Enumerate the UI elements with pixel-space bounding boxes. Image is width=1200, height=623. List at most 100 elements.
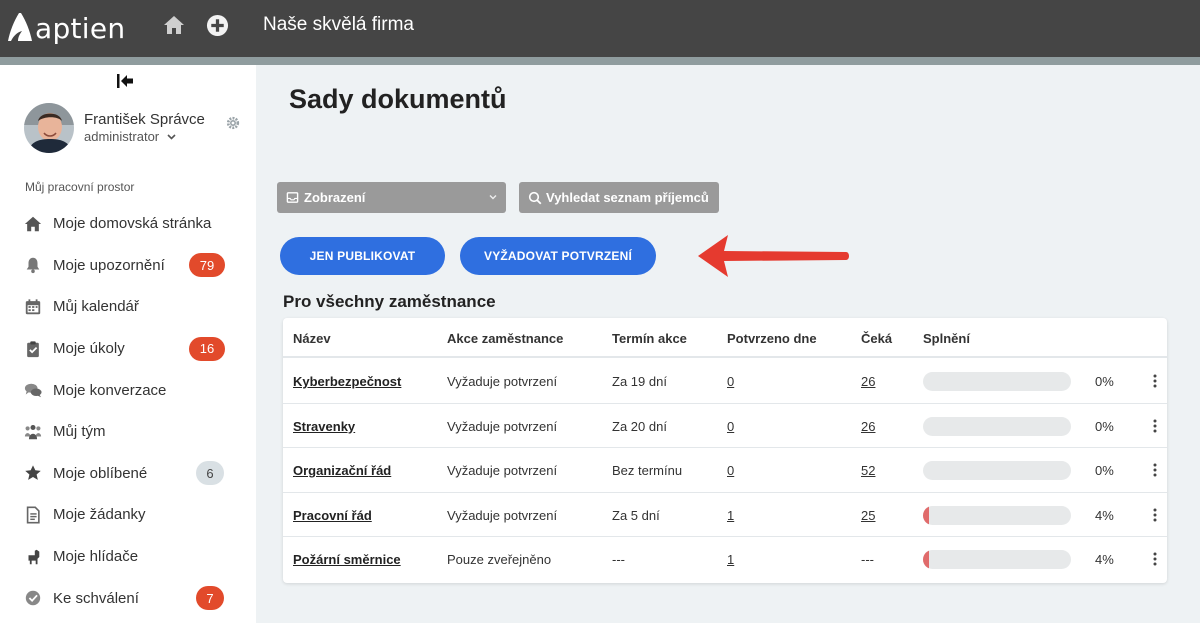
confirmed-count-link[interactable]: 0 [727, 374, 734, 389]
action-deadline: Za 19 dní [612, 374, 667, 389]
bell-icon [26, 258, 40, 274]
document-set-link[interactable]: Organizační řád [293, 463, 391, 478]
waiting-count-link[interactable]: 25 [861, 508, 875, 523]
confirmed-count-link[interactable]: 0 [727, 419, 734, 434]
recipient-search[interactable] [519, 182, 719, 213]
gear-icon[interactable] [226, 116, 240, 130]
company-name[interactable]: Naše skvělá firma [263, 14, 414, 36]
document-set-link[interactable]: Požární směrnice [293, 552, 401, 567]
sidebar-item-label: Můj tým [53, 423, 106, 441]
more-options-icon[interactable] [1151, 507, 1159, 523]
section-title: Pro všechny zaměstnance [283, 292, 496, 311]
more-options-icon[interactable] [1151, 373, 1159, 389]
user-role[interactable]: administrator [84, 129, 176, 144]
tasks-count-badge: 16 [189, 336, 225, 361]
employee-action: Vyžaduje potvrzení [447, 374, 558, 389]
search-input[interactable] [546, 190, 716, 205]
document-set-link[interactable]: Kyberbezpečnost [293, 374, 401, 389]
more-options-icon[interactable] [1151, 462, 1159, 478]
sidebar: František Správce administrator Můj prac… [0, 65, 256, 623]
sidebar-item-label: Moje domovská stránka [53, 215, 212, 233]
column-header-deadline[interactable]: Termín akce [612, 331, 687, 346]
chevron-down-icon [167, 133, 176, 140]
table-row: Požární směrnice Pouze zveřejněno --- 1 --- 4… [283, 537, 1167, 582]
completion-progress-bar [923, 550, 1071, 570]
sidebar-item-watchdogs[interactable]: Moje hlídače [0, 536, 256, 578]
favorites-count-badge: 6 [196, 461, 224, 486]
dog-icon [25, 549, 40, 564]
confirmed-count-link[interactable]: 0 [727, 463, 734, 478]
sidebar-item-conversations[interactable]: Moje konverzace [0, 369, 256, 411]
action-deadline: Za 20 dní [612, 418, 667, 434]
avatar[interactable] [24, 103, 74, 153]
page-title: Sady dokumentů [289, 84, 507, 114]
sidebar-item-label: Ke schválení [53, 589, 139, 607]
document-set-link[interactable]: Pracovní řád [293, 508, 372, 523]
check-circle-icon [25, 590, 41, 606]
column-header-waiting[interactable]: Čeká [861, 331, 892, 346]
view-select-value: Zobrazení [304, 190, 366, 205]
sidebar-item-calendar[interactable]: Můj kalendář [0, 286, 256, 328]
logo-text: aptien [35, 11, 126, 45]
employee-action: Vyžaduje potvrzení [447, 463, 558, 479]
user-name[interactable]: František Správce [84, 111, 205, 128]
collapse-sidebar-icon[interactable] [115, 73, 135, 89]
clipboard-icon [27, 340, 39, 357]
home-icon[interactable] [162, 13, 186, 37]
team-icon [24, 424, 42, 439]
action-deadline: Bez termínu [612, 463, 683, 479]
sidebar-item-tasks[interactable]: Moje úkoly 16 [0, 328, 256, 370]
approvals-count-badge: 7 [196, 586, 224, 611]
column-header-name[interactable]: Název [293, 331, 331, 346]
completion-percent: 4% [1095, 552, 1114, 568]
top-bar: aptien Naše skvělá firma [0, 0, 1200, 57]
sidebar-item-label: Můj kalendář [53, 298, 139, 316]
waiting-count-link[interactable]: 52 [861, 463, 875, 478]
completion-progress-bar [923, 416, 1071, 436]
chevron-down-icon [489, 195, 497, 200]
more-options-icon[interactable] [1151, 551, 1159, 567]
sidebar-item-favorites[interactable]: Moje oblíbené 6 [0, 453, 256, 495]
sidebar-item-home[interactable]: Moje domovská stránka [0, 203, 256, 245]
completion-percent: 0% [1095, 374, 1114, 389]
user-photo-icon [24, 103, 74, 153]
star-icon [25, 465, 41, 481]
home-icon [24, 216, 42, 231]
more-options-icon[interactable] [1151, 418, 1159, 434]
confirmed-count-link[interactable]: 1 [727, 508, 734, 523]
chat-icon [24, 383, 42, 398]
completion-progress-bar [923, 372, 1071, 391]
require-confirmation-button[interactable]: VYŽADOVAT POTVRZENÍ [460, 237, 656, 275]
employee-action: Vyžaduje potvrzení [447, 418, 558, 434]
calendar-icon [25, 299, 41, 315]
sidebar-item-approvals[interactable]: Ke schválení 7 [0, 577, 256, 619]
confirmed-count-link[interactable]: 1 [727, 552, 734, 567]
inbox-icon [286, 192, 299, 203]
sidebar-item-team[interactable]: Můj tým [0, 411, 256, 453]
sidebar-item-label: Moje žádanky [53, 506, 146, 524]
workspace-label: Můj pracovní prostor [25, 180, 135, 194]
add-icon[interactable] [206, 14, 229, 37]
column-header-completion[interactable]: Splnění [923, 331, 970, 346]
logo-mark-icon [8, 13, 32, 41]
sidebar-item-label: Moje oblíbené [53, 464, 148, 482]
waiting-count-link[interactable]: 26 [861, 374, 875, 389]
completion-progress-fill [923, 550, 929, 570]
topbar-divider [0, 57, 1200, 65]
document-set-link[interactable]: Stravenky [293, 419, 355, 434]
publish-only-button[interactable]: JEN PUBLIKOVAT [280, 237, 445, 275]
action-deadline: --- [612, 552, 625, 568]
column-header-action[interactable]: Akce zaměstnance [447, 331, 563, 346]
sidebar-item-notifications[interactable]: Moje upozornění 79 [0, 245, 256, 287]
column-header-confirmed[interactable]: Potvrzeno dne [727, 331, 817, 346]
completion-progress-fill [923, 505, 929, 525]
employee-action: Pouze zveřejněno [447, 552, 552, 568]
completion-percent: 0% [1095, 418, 1114, 434]
sidebar-item-requests[interactable]: Moje žádanky [0, 494, 256, 536]
waiting-count-link[interactable]: 26 [861, 419, 875, 434]
completion-percent: 0% [1095, 463, 1114, 479]
aptien-logo[interactable]: aptien [6, 8, 125, 48]
table-row: Organizační řád Vyžaduje potvrzení Bez ter… [283, 448, 1167, 493]
search-icon [528, 191, 542, 204]
view-select[interactable]: Zobrazení [277, 182, 506, 213]
